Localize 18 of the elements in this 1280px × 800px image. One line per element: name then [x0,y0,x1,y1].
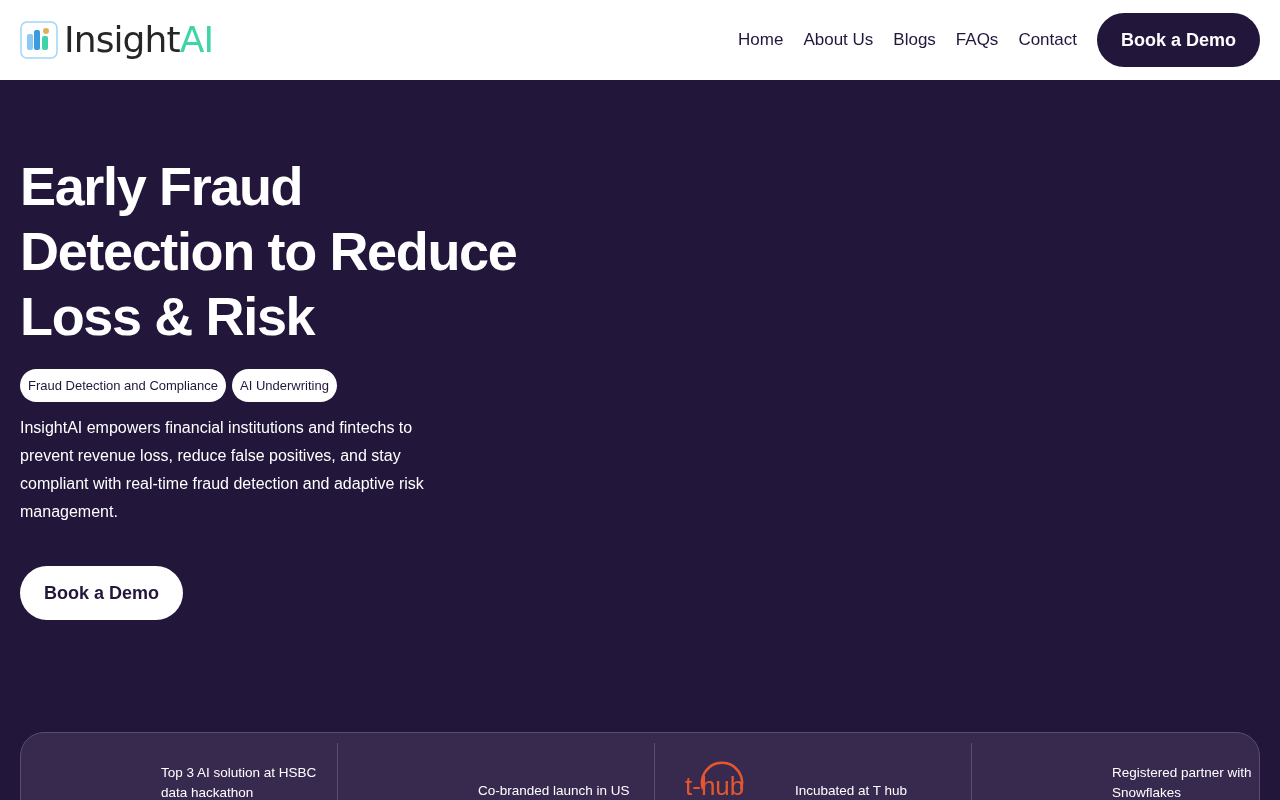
book-demo-button[interactable]: Book a Demo [1096,13,1260,67]
logo-icon [20,21,58,59]
highlight-text: Co-branded launch in US [478,782,631,800]
brand-name: InsightAI [64,22,214,58]
highlight-text: Registered partner with Snowflakes [1112,764,1253,800]
book-demo-button[interactable]: Book a Demo [20,566,184,620]
hero-title: Early Fraud Detection to Reduce Loss & Risk [20,155,518,348]
highlight-text: Incubated at T hub [795,782,909,800]
nav-link[interactable]: Blogs [893,27,936,53]
nav-link[interactable]: About Us [803,27,874,53]
nav-link[interactable]: Home [738,27,784,53]
thub-logo: t-hub [685,759,749,800]
nav-link[interactable]: Contact [1018,27,1077,53]
tag: Fraud Detection and Compliance [20,369,227,402]
nav-link[interactable]: FAQs [955,27,999,53]
highlight-text: Top 3 AI solution at HSBC data hackathon [161,764,318,800]
hero-description: InsightAI empowers financial institutions and fintechs to prevent revenue loss, reduce false positives, and stay compliant with real-time fraud detection and adaptive risk management. [20,418,425,522]
tag: AI Underwriting [232,369,337,402]
